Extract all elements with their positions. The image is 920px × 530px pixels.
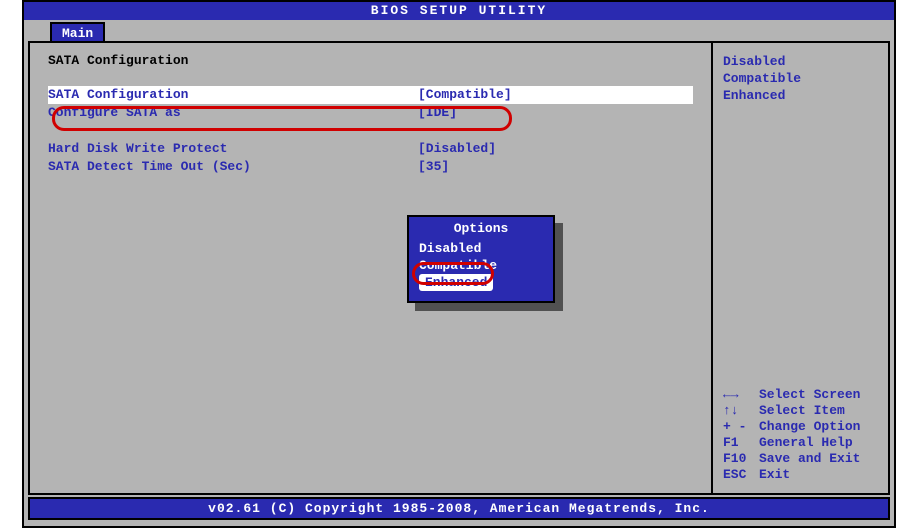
option-hint: Compatible (723, 70, 878, 87)
setting-label: SATA Detect Time Out (Sec) (48, 158, 418, 176)
option-hint: Disabled (723, 53, 878, 70)
setting-value: [35] (418, 158, 449, 176)
section-title: SATA Configuration (48, 53, 693, 68)
popup-title: Options (419, 221, 543, 236)
side-pane: Disabled Compatible Enhanced ←→ Select S… (713, 43, 888, 493)
setting-value: [Compatible] (418, 86, 512, 104)
help-key: + - (723, 419, 759, 435)
bios-screen: BIOS SETUP UTILITY Main SATA Configurati… (22, 0, 896, 528)
window-title: BIOS SETUP UTILITY (24, 2, 894, 20)
setting-value: [Disabled] (418, 140, 496, 158)
help-key: ←→ (723, 387, 759, 403)
setting-label: SATA Configuration (48, 86, 418, 104)
setting-value: [IDE] (418, 104, 457, 122)
key-help: ←→ Select Screen ↑↓ Select Item + - Chan… (723, 387, 860, 483)
help-row: + - Change Option (723, 419, 860, 435)
setting-sata-detect-time-out[interactable]: SATA Detect Time Out (Sec) [35] (48, 158, 693, 176)
option-hint-list: Disabled Compatible Enhanced (723, 53, 878, 104)
setting-hard-disk-write-protect[interactable]: Hard Disk Write Protect [Disabled] (48, 140, 693, 158)
help-row: ESC Exit (723, 467, 860, 483)
help-desc: General Help (759, 435, 853, 451)
help-desc: Exit (759, 467, 790, 483)
help-row: ←→ Select Screen (723, 387, 860, 403)
help-key: F10 (723, 451, 759, 467)
help-key: ↑↓ (723, 403, 759, 419)
options-popup[interactable]: Options Disabled Compatible Enhanced (407, 215, 555, 303)
footer: v02.61 (C) Copyright 1985-2008, American… (28, 497, 890, 520)
setting-sata-configuration[interactable]: SATA Configuration [Compatible] (48, 86, 693, 104)
popup-option-disabled[interactable]: Disabled (419, 240, 543, 257)
setting-label: Configure SATA as (48, 104, 418, 122)
tab-main[interactable]: Main (50, 22, 105, 43)
blank-row (48, 122, 693, 140)
option-hint: Enhanced (723, 87, 878, 104)
help-key: ESC (723, 467, 759, 483)
help-row: F10 Save and Exit (723, 451, 860, 467)
setting-configure-sata-as[interactable]: Configure SATA as [IDE] (48, 104, 693, 122)
help-desc: Change Option (759, 419, 860, 435)
help-row: F1 General Help (723, 435, 860, 451)
setting-label: Hard Disk Write Protect (48, 140, 418, 158)
popup-option-compatible[interactable]: Compatible (419, 257, 543, 274)
help-desc: Select Screen (759, 387, 860, 403)
popup-option-enhanced[interactable]: Enhanced (419, 274, 493, 291)
help-row: ↑↓ Select Item (723, 403, 860, 419)
help-key: F1 (723, 435, 759, 451)
main-pane: SATA Configuration SATA Configuration [C… (30, 43, 713, 493)
help-desc: Save and Exit (759, 451, 860, 467)
help-desc: Select Item (759, 403, 845, 419)
tab-row: Main (24, 20, 894, 41)
